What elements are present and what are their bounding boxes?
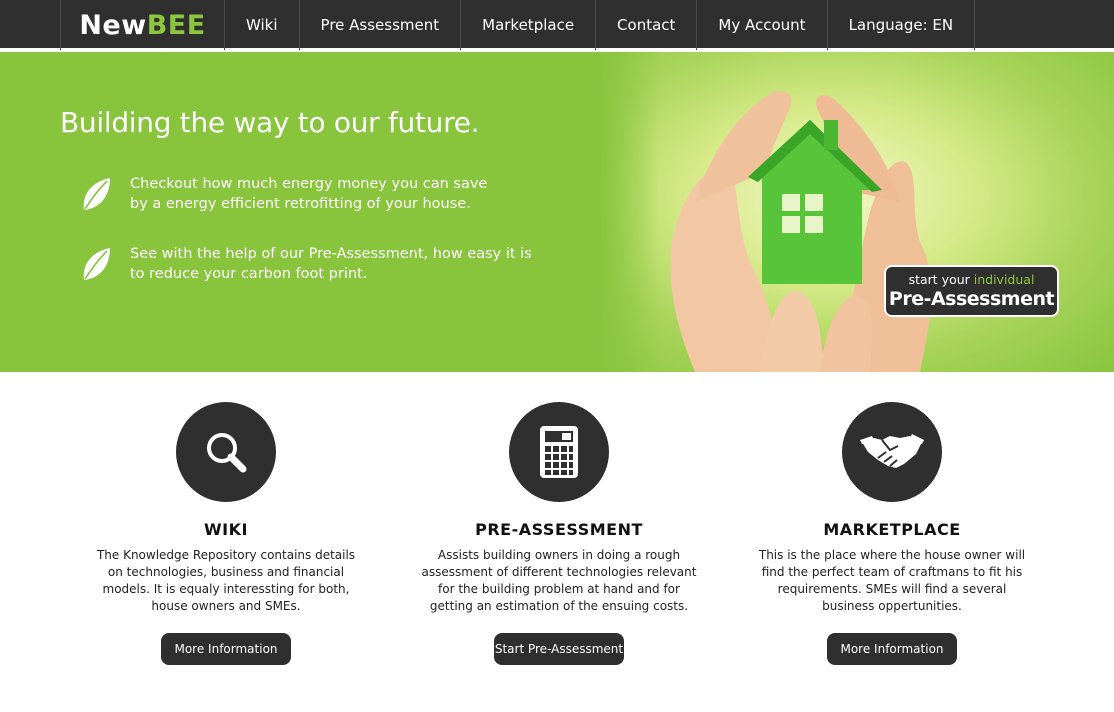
- hero-bullet-carbon-footprint: See with the help of our Pre-Assessment,…: [80, 244, 532, 284]
- nav-menu: New BEE Wiki Pre Assessment Marketplace C…: [60, 0, 976, 50]
- hero-bullet-line: Checkout how much energy money you can s…: [130, 176, 488, 192]
- cta-main-label: Pre-Assessment: [888, 288, 1055, 310]
- hero-bullet-energy-savings: Checkout how much energy money you can s…: [80, 174, 510, 214]
- logo-text-bee: BEE: [146, 9, 206, 41]
- feature-description: The Knowledge Repository contains detail…: [96, 548, 356, 613]
- feature-marketplace: MARKETPLACE This is the place where the …: [742, 402, 1042, 615]
- feature-pre-assessment: PRE-ASSESSMENT Assists building owners i…: [409, 402, 709, 615]
- newbee-logo[interactable]: New BEE: [61, 0, 225, 50]
- wiki-more-information-button[interactable]: More Information: [161, 633, 291, 665]
- hero-title: Building the way to our future.: [60, 106, 480, 139]
- nav-item-wiki[interactable]: Wiki: [225, 0, 300, 50]
- cta-subtitle: start your individual: [886, 272, 1057, 287]
- start-pre-assessment-cta-button[interactable]: start your individual Pre-Assessment: [884, 265, 1059, 317]
- marketplace-more-information-button[interactable]: More Information: [827, 633, 957, 665]
- feature-description: This is the place where the house owner …: [758, 548, 1026, 613]
- feature-wiki: WIKI The Knowledge Repository contains d…: [76, 402, 376, 615]
- handshake-icon: [860, 434, 924, 468]
- nav-item-pre-assessment[interactable]: Pre Assessment: [300, 0, 462, 50]
- nav-item-contact[interactable]: Contact: [596, 0, 698, 50]
- feature-title: WIKI: [204, 520, 248, 539]
- hero-bullet-line: to reduce your carbon foot print.: [130, 266, 368, 282]
- leaf-icon: [83, 248, 110, 280]
- hands-house-illustration: [670, 91, 932, 372]
- hero-image-fade: [600, 52, 660, 372]
- nav-item-my-account[interactable]: My Account: [697, 0, 828, 50]
- feature-icon-circle: [509, 402, 609, 502]
- magnifier-icon: [207, 433, 247, 473]
- feature-title: MARKETPLACE: [823, 520, 961, 539]
- hero-bullet-text: Checkout how much energy money you can s…: [130, 174, 510, 214]
- hero-bullet-line: See with the help of our Pre-Assessment,…: [130, 246, 532, 262]
- feature-title: PRE-ASSESSMENT: [475, 520, 643, 539]
- nav-item-marketplace[interactable]: Marketplace: [461, 0, 597, 50]
- hero-banner: Building the way to our future. Checkout…: [0, 52, 1114, 372]
- top-navigation-bar: New BEE Wiki Pre Assessment Marketplace C…: [0, 0, 1114, 50]
- hero-bullet-text: See with the help of our Pre-Assessment,…: [130, 244, 532, 284]
- hands-holding-house-image: [600, 52, 1114, 372]
- start-pre-assessment-button[interactable]: Start Pre-Assessment: [494, 633, 624, 665]
- calculator-icon: [540, 426, 578, 478]
- logo-text-new: New: [79, 9, 147, 41]
- hero-bullet-line: by a energy efficient retrofitting of yo…: [130, 196, 471, 212]
- cta-prefix: start your: [908, 272, 974, 287]
- feature-description: Assists building owners in doing a rough…: [421, 548, 697, 613]
- feature-icon-circle: [176, 402, 276, 502]
- leaf-icon: [83, 178, 110, 210]
- feature-icon-circle: [842, 402, 942, 502]
- nav-item-language[interactable]: Language: EN: [828, 0, 976, 50]
- cta-highlight: individual: [973, 272, 1035, 287]
